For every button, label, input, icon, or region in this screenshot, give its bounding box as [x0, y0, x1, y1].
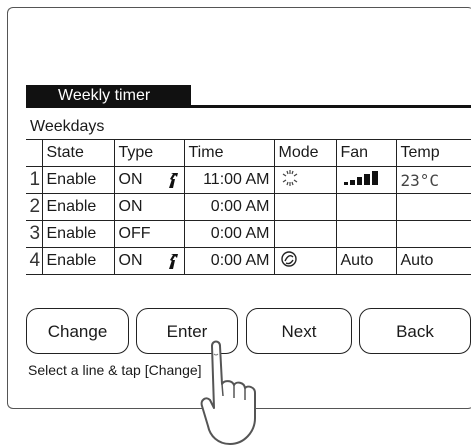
change-button[interactable]: Change — [26, 308, 129, 354]
state-cell[interactable]: Enable — [41, 220, 115, 248]
title-underline — [26, 105, 471, 108]
row-number: 4 — [26, 247, 43, 275]
header-time: Time — [183, 139, 275, 167]
type-label: ON — [118, 171, 143, 188]
type-label: ON — [118, 198, 143, 215]
snowflake-icon — [282, 169, 297, 186]
type-cell[interactable]: OFF — [113, 220, 185, 248]
table-row[interactable]: 4 Enable ON 0:00 AM Auto Auto — [26, 247, 471, 275]
type-cell[interactable]: ON — [113, 166, 185, 194]
mode-cell[interactable] — [273, 166, 337, 194]
temp-cell[interactable] — [395, 220, 471, 248]
mode-cell[interactable] — [273, 193, 337, 221]
time-cell[interactable]: 0:00 AM — [183, 193, 275, 221]
temp-cell[interactable]: 23°C — [395, 166, 471, 194]
row-number: 2 — [26, 193, 43, 221]
temp-cell[interactable]: Auto — [395, 247, 471, 275]
type-label: ON — [118, 252, 143, 269]
section-label-weekdays: Weekdays — [30, 118, 105, 135]
row-number: 1 — [26, 166, 43, 194]
mode-cell[interactable] — [273, 247, 337, 275]
header-temp: Temp — [395, 139, 471, 167]
fan-cell[interactable]: Auto — [335, 247, 397, 275]
state-cell[interactable]: Enable — [41, 166, 115, 194]
state-cell[interactable]: Enable — [41, 193, 115, 221]
header-state: State — [41, 139, 115, 167]
auto-mode-icon — [280, 250, 297, 267]
fan-cell[interactable] — [335, 166, 397, 194]
screen-title: Weekly timer — [26, 85, 191, 107]
fan-cell[interactable] — [335, 220, 397, 248]
header-num — [26, 139, 43, 167]
header-fan: Fan — [335, 139, 397, 167]
pointing-hand-icon — [200, 340, 256, 445]
fan-level-bars-icon — [343, 170, 378, 185]
temp-cell[interactable] — [395, 193, 471, 221]
arrow-icon — [168, 173, 178, 188]
time-cell[interactable]: 11:00 AM — [183, 166, 275, 194]
time-cell[interactable]: 0:00 AM — [183, 247, 275, 275]
instruction-hint: Select a line & tap [Change] — [28, 362, 202, 378]
type-label: OFF — [118, 225, 151, 242]
mode-cell[interactable] — [273, 220, 337, 248]
time-cell[interactable]: 0:00 AM — [183, 220, 275, 248]
back-button[interactable]: Back — [359, 308, 471, 354]
table-row[interactable]: 2 Enable ON 0:00 AM — [26, 193, 471, 221]
type-cell[interactable]: ON — [113, 247, 185, 275]
header-mode: Mode — [273, 139, 337, 167]
table-row[interactable]: 1 Enable ON 11:00 AM 23°C — [26, 166, 471, 194]
header-type: Type — [113, 139, 185, 167]
row-number: 3 — [26, 220, 43, 248]
type-cell[interactable]: ON — [113, 193, 185, 221]
table-header-row: State Type Time Mode Fan Temp — [26, 139, 471, 167]
timer-table: State Type Time Mode Fan Temp 1 Enable O… — [26, 139, 471, 275]
arrow-icon — [168, 254, 178, 269]
table-row[interactable]: 3 Enable OFF 0:00 AM — [26, 220, 471, 248]
fan-cell[interactable] — [335, 193, 397, 221]
state-cell[interactable]: Enable — [41, 247, 115, 275]
